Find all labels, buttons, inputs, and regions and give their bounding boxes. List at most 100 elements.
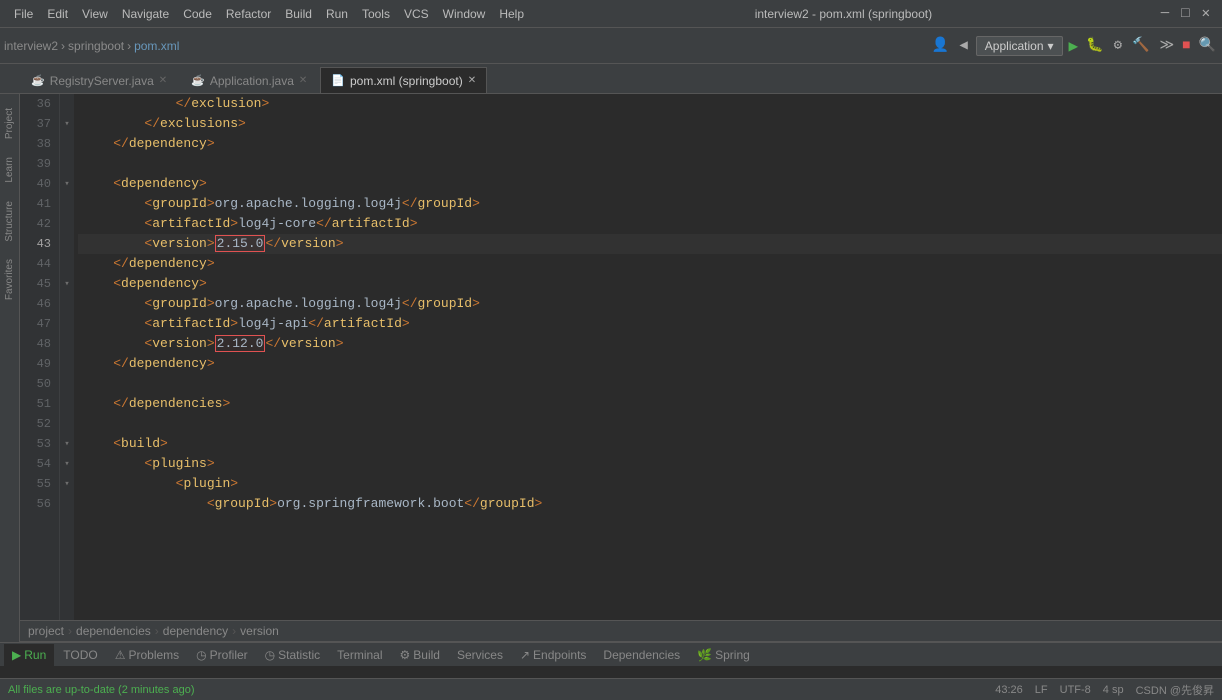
run-button[interactable]: ▶ — [1069, 36, 1079, 56]
code-line-40[interactable]: <dependency> — [78, 174, 1222, 194]
code-line-42[interactable]: <artifactId>log4j-core</artifactId> — [78, 214, 1222, 234]
line-number-47: 47 — [28, 314, 51, 334]
code-line-39[interactable] — [78, 154, 1222, 174]
dependencies-tab[interactable]: Dependencies — [595, 646, 688, 664]
left-sidebar: Project Learn Structure Favorites — [0, 94, 20, 644]
gutter-cell-48 — [60, 334, 74, 354]
line-ending-indicator[interactable]: LF — [1035, 684, 1048, 696]
menu-item-navigate[interactable]: Navigate — [116, 5, 175, 23]
menu-item-tools[interactable]: Tools — [356, 5, 396, 23]
nav-dependency[interactable]: dependency — [163, 624, 228, 638]
debug-button[interactable]: 🐛 — [1084, 35, 1105, 56]
code-line-36[interactable]: </exclusion> — [78, 94, 1222, 114]
line-number-41: 41 — [28, 194, 51, 214]
terminal-tab[interactable]: Terminal — [329, 646, 390, 664]
code-line-47[interactable]: <artifactId>log4j-api</artifactId> — [78, 314, 1222, 334]
charset-indicator[interactable]: UTF-8 — [1060, 684, 1091, 696]
close-tab-application[interactable]: ✕ — [299, 75, 307, 86]
code-line-46[interactable]: <groupId>org.apache.logging.log4j</group… — [78, 294, 1222, 314]
fold-arrow-53[interactable]: ▾ — [64, 439, 69, 449]
menu-item-edit[interactable]: Edit — [41, 5, 74, 23]
code-line-49[interactable]: </dependency> — [78, 354, 1222, 374]
code-line-53[interactable]: <build> — [78, 434, 1222, 454]
minimize-button[interactable]: ─ — [1157, 6, 1173, 22]
profiler-tab[interactable]: ◷Profiler — [188, 646, 256, 664]
sidebar-learn[interactable]: Learn — [2, 149, 17, 191]
nav-dependencies[interactable]: dependencies — [76, 624, 151, 638]
fold-arrow-54[interactable]: ▾ — [64, 459, 69, 469]
line-number-36: 36 — [28, 94, 51, 114]
tab-application[interactable]: ☕ Application.java ✕ — [180, 67, 318, 93]
gutter-cell-40: ▾ — [60, 174, 74, 194]
sidebar-structure[interactable]: Structure — [2, 193, 17, 250]
code-line-56[interactable]: <groupId>org.springframework.boot</group… — [78, 494, 1222, 514]
fold-arrow-40[interactable]: ▾ — [64, 179, 69, 189]
menu-item-code[interactable]: Code — [177, 5, 218, 23]
gutter-cell-49 — [60, 354, 74, 374]
code-line-50[interactable] — [78, 374, 1222, 394]
code-line-51[interactable]: </dependencies> — [78, 394, 1222, 414]
gutter-cell-43 — [60, 234, 74, 254]
menu-item-view[interactable]: View — [76, 5, 114, 23]
code-line-48[interactable]: <version>2.12.0</version> — [78, 334, 1222, 354]
gutter-cell-42 — [60, 214, 74, 234]
breadcrumb-part-2[interactable]: springboot — [68, 39, 124, 53]
fold-arrow-37[interactable]: ▾ — [64, 119, 69, 129]
close-button[interactable]: ✕ — [1198, 5, 1214, 22]
search-everywhere[interactable]: 🔍 — [1197, 35, 1218, 56]
breadcrumb-part-1[interactable]: interview2 — [4, 39, 58, 53]
menu-item-build[interactable]: Build — [279, 5, 318, 23]
sidebar-project[interactable]: Project — [2, 100, 17, 147]
nav-version[interactable]: version — [240, 624, 279, 638]
fold-arrow-55[interactable]: ▾ — [64, 479, 69, 489]
indent-indicator[interactable]: 4 sp — [1103, 684, 1124, 696]
status-bar: All files are up-to-date (2 minutes ago)… — [0, 678, 1222, 700]
line-number-48: 48 — [28, 334, 51, 354]
line-col-indicator[interactable]: 43:26 — [995, 684, 1023, 696]
endpoints-tab[interactable]: ↗Endpoints — [512, 646, 594, 664]
tab-registry[interactable]: ☕ RegistryServer.java ✕ — [20, 67, 178, 93]
menu-item-run[interactable]: Run — [320, 5, 354, 23]
menu-item-file[interactable]: File — [8, 5, 39, 23]
code-line-41[interactable]: <groupId>org.apache.logging.log4j</group… — [78, 194, 1222, 214]
gutter-cell-56 — [60, 494, 74, 514]
services-tab[interactable]: Services — [449, 646, 511, 664]
gutter-cell-51 — [60, 394, 74, 414]
tab-pom[interactable]: 📄 pom.xml (springboot) ✕ — [320, 67, 487, 93]
xml-icon-pom: 📄 — [331, 74, 345, 87]
menu-item-refactor[interactable]: Refactor — [220, 5, 277, 23]
sidebar-favorites[interactable]: Favorites — [2, 251, 17, 308]
close-tab-registry[interactable]: ✕ — [159, 75, 167, 86]
gutter-cell-54: ▾ — [60, 454, 74, 474]
maximize-button[interactable]: □ — [1177, 6, 1193, 22]
problems-tab[interactable]: ⚠Problems — [107, 646, 187, 664]
run-config-dropdown[interactable]: Application ▾ — [976, 36, 1063, 56]
spring-tab[interactable]: 🌿Spring — [689, 646, 758, 664]
menu-item-help[interactable]: Help — [493, 5, 530, 23]
run-tab[interactable]: ▶ Run — [4, 644, 54, 666]
code-line-54[interactable]: <plugins> — [78, 454, 1222, 474]
profile-icon[interactable]: 👤 — [930, 35, 951, 56]
code-line-52[interactable] — [78, 414, 1222, 434]
coverage-button[interactable]: ⚙ — [1112, 35, 1124, 56]
code-lines[interactable]: </exclusion> </exclusions> </dependency>… — [74, 94, 1222, 620]
back-icon[interactable]: ◀ — [957, 35, 969, 56]
code-line-44[interactable]: </dependency> — [78, 254, 1222, 274]
build-button[interactable]: 🔨 — [1130, 35, 1151, 56]
menu-item-vcs[interactable]: VCS — [398, 5, 435, 23]
code-line-37[interactable]: </exclusions> — [78, 114, 1222, 134]
fold-arrow-45[interactable]: ▾ — [64, 279, 69, 289]
code-line-45[interactable]: <dependency> — [78, 274, 1222, 294]
stop-button[interactable]: ■ — [1182, 38, 1190, 54]
breadcrumb-part-3[interactable]: pom.xml — [134, 39, 179, 53]
close-tab-pom[interactable]: ✕ — [468, 75, 476, 86]
more-run-options[interactable]: ≫ — [1158, 35, 1177, 56]
menu-item-window[interactable]: Window — [437, 5, 492, 23]
code-line-38[interactable]: </dependency> — [78, 134, 1222, 154]
code-line-55[interactable]: <plugin> — [78, 474, 1222, 494]
build-tab[interactable]: ⚙Build — [392, 646, 448, 664]
statistic-tab[interactable]: ◷Statistic — [257, 646, 329, 664]
code-line-43[interactable]: <version>2.15.0</version> — [78, 234, 1222, 254]
nav-project[interactable]: project — [28, 624, 64, 638]
todo-tab[interactable]: TODO — [55, 646, 105, 664]
